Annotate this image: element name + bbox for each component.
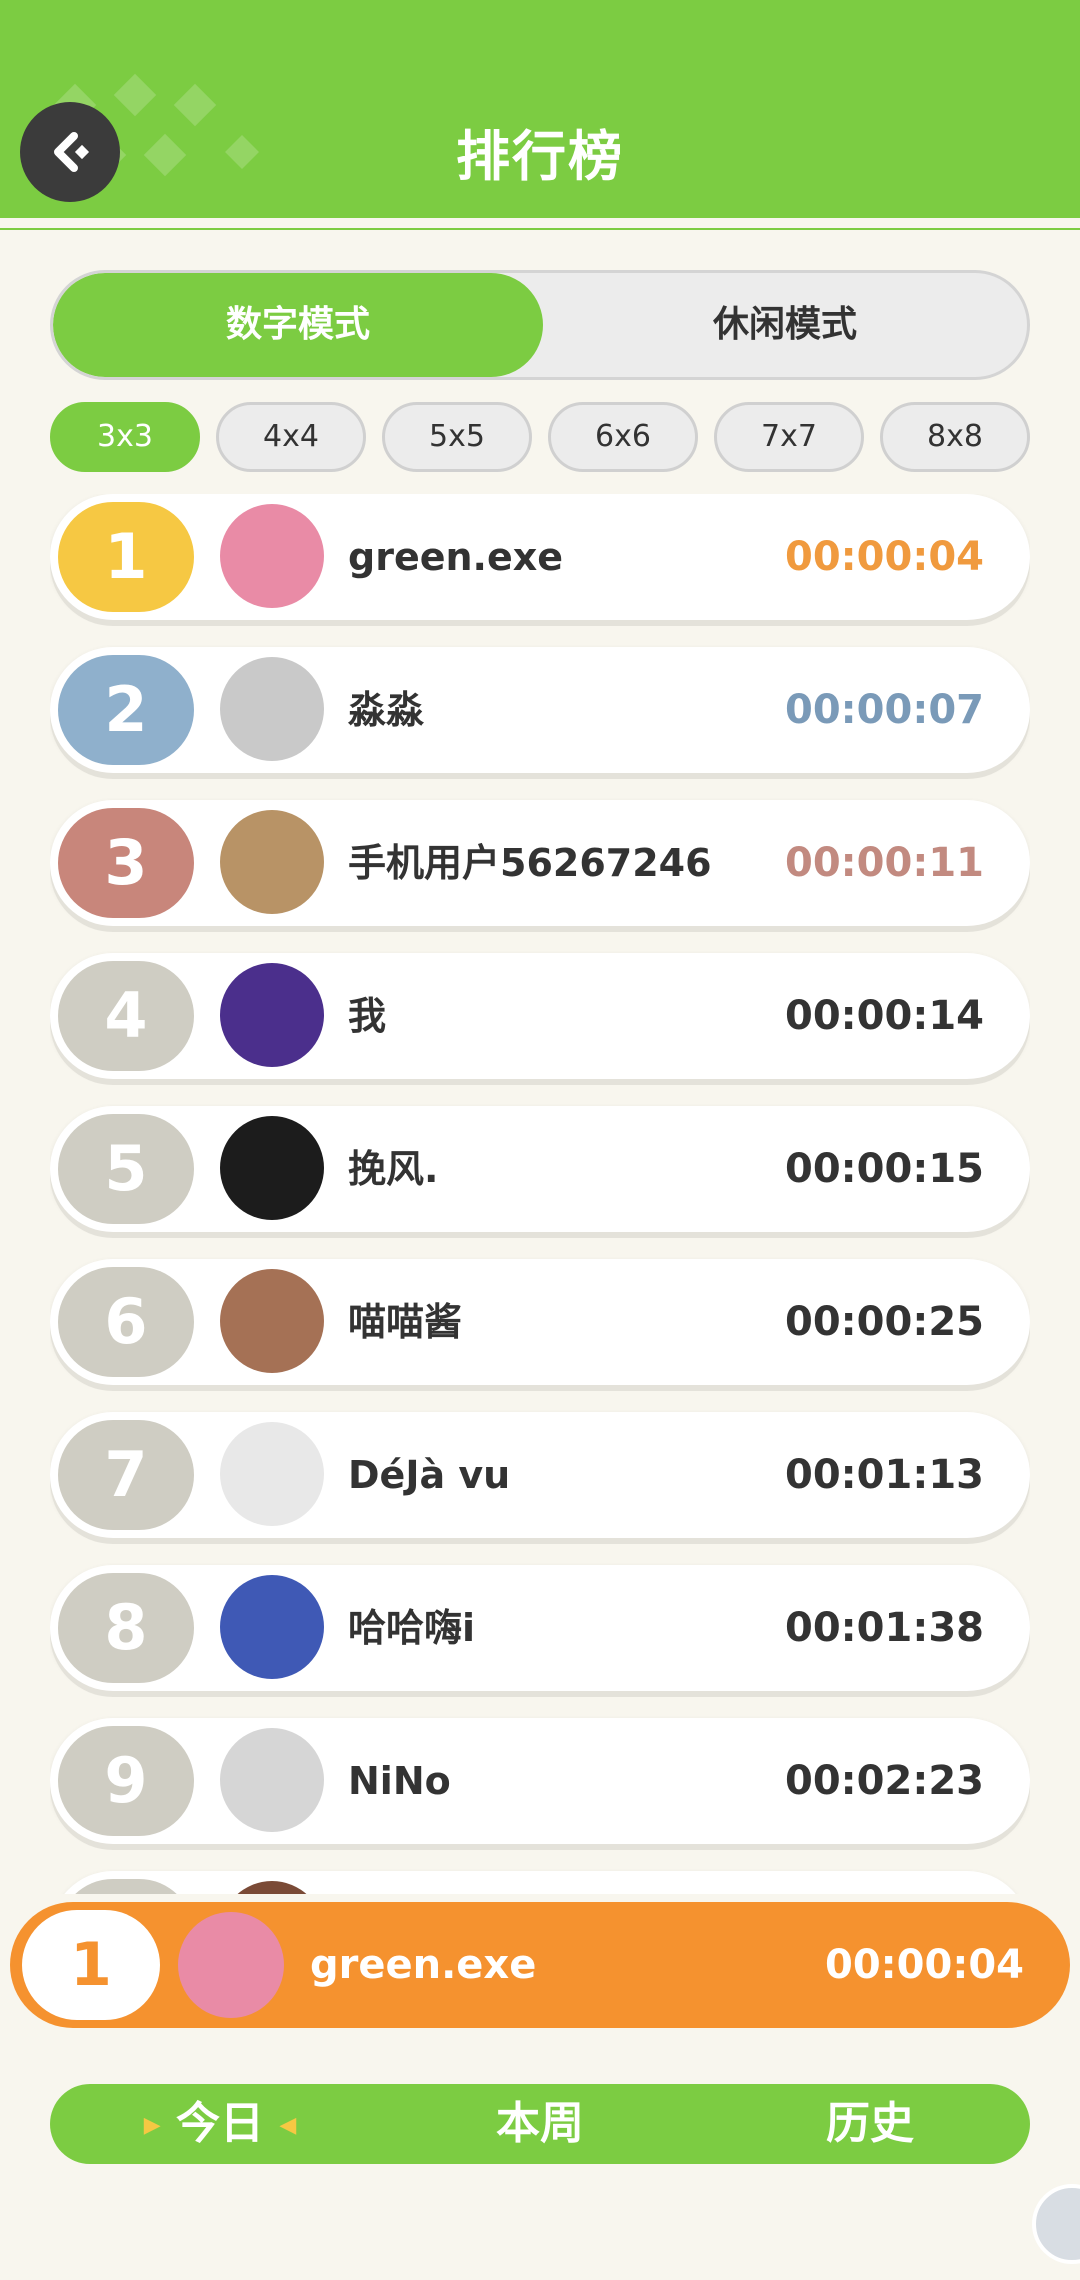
leaderboard-row[interactable]: 3 手机用户56267246 00:00:11: [50, 800, 1030, 926]
player-time: 00:00:15: [785, 1146, 984, 1192]
leaderboard-list[interactable]: 1 green.exe 00:00:04 2 淼淼 00:00:07 3 手机用…: [50, 494, 1030, 1894]
my-player-time: 00:00:04: [825, 1942, 1024, 1988]
selected-right-arrow-icon: ◀: [279, 2113, 297, 2138]
my-rank-bar[interactable]: 1 green.exe 00:00:04: [10, 1902, 1070, 2028]
size-chip-4x4[interactable]: 4x4: [216, 402, 366, 472]
my-rank-badge: 1: [22, 1910, 160, 2020]
rank-badge: 9: [58, 1726, 194, 1836]
leaderboard-row[interactable]: 7 DéJà vu 00:01:13: [50, 1412, 1030, 1538]
rank-badge: [58, 1879, 194, 1894]
rank-badge: 8: [58, 1573, 194, 1683]
rank-badge: 2: [58, 655, 194, 765]
size-chip-3x3[interactable]: 3x3: [50, 402, 200, 472]
player-name: 淼淼: [348, 688, 425, 732]
grid-size-selector: 3x3 4x4 5x5 6x6 7x7 8x8: [50, 402, 1030, 472]
player-name: 哈哈嗨i: [348, 1606, 476, 1650]
player-time: 00:00:04: [785, 534, 984, 580]
leaderboard-row[interactable]: 5 挽风. 00:00:15: [50, 1106, 1030, 1232]
avatar: [220, 963, 324, 1067]
rank-badge: 5: [58, 1114, 194, 1224]
tab-today[interactable]: ▶ 今日 ◀: [100, 2084, 340, 2164]
rank-badge: 1: [58, 502, 194, 612]
avatar: [220, 810, 324, 914]
player-name: 手机用户56267246: [348, 841, 712, 885]
tab-casual-mode[interactable]: 休闲模式: [543, 273, 1027, 377]
player-time: 00:00:07: [785, 687, 984, 733]
selected-left-arrow-icon: ▶: [143, 2113, 161, 2138]
leaderboard-row[interactable]: 8 哈哈嗨i 00:01:38: [50, 1565, 1030, 1691]
size-chip-5x5[interactable]: 5x5: [382, 402, 532, 472]
leaderboard-row[interactable]: 2 淼淼 00:00:07: [50, 647, 1030, 773]
tab-number-mode[interactable]: 数字模式: [53, 273, 543, 377]
leaderboard-row[interactable]: 6 喵喵酱 00:00:25: [50, 1259, 1030, 1385]
size-chip-8x8[interactable]: 8x8: [880, 402, 1030, 472]
avatar: [220, 1269, 324, 1373]
leaderboard-row[interactable]: [50, 1871, 1030, 1894]
avatar: [220, 504, 324, 608]
rank-badge: 4: [58, 961, 194, 1071]
floating-assistant-button[interactable]: [1032, 2184, 1080, 2264]
page-title: 排行榜: [456, 125, 624, 188]
header-divider: [0, 218, 1080, 228]
avatar: [220, 1881, 324, 1894]
size-chip-7x7[interactable]: 7x7: [714, 402, 864, 472]
avatar: [220, 1422, 324, 1526]
player-name: NiNo: [348, 1759, 451, 1803]
player-time: 00:02:23: [785, 1758, 984, 1804]
player-time: 00:00:25: [785, 1299, 984, 1345]
player-name: DéJà vu: [348, 1453, 511, 1497]
player-time: 00:01:38: [785, 1605, 984, 1651]
player-time: 00:00:11: [785, 840, 984, 886]
size-chip-6x6[interactable]: 6x6: [548, 402, 698, 472]
avatar: [220, 1116, 324, 1220]
avatar: [220, 1575, 324, 1679]
player-time: 00:00:14: [785, 993, 984, 1039]
tab-history[interactable]: 历史: [750, 2084, 990, 2164]
player-name: 我: [348, 994, 387, 1038]
rank-badge: 6: [58, 1267, 194, 1377]
tab-this-week[interactable]: 本周: [420, 2084, 660, 2164]
my-avatar: [178, 1912, 284, 2018]
player-name: green.exe: [348, 535, 564, 579]
my-player-name: green.exe: [310, 1942, 537, 1988]
player-name: 喵喵酱: [348, 1300, 463, 1344]
leaderboard-row[interactable]: 1 green.exe 00:00:04: [50, 494, 1030, 620]
avatar: [220, 657, 324, 761]
period-tabs: ▶ 今日 ◀ 本周 历史: [50, 2084, 1030, 2164]
avatar: [220, 1728, 324, 1832]
header-bar: 排行榜: [0, 0, 1080, 230]
tab-today-label: 今日: [176, 2098, 264, 2149]
player-time: 00:01:13: [785, 1452, 984, 1498]
rank-badge: 3: [58, 808, 194, 918]
player-name: 挽风.: [348, 1147, 439, 1191]
leaderboard-row[interactable]: 9 NiNo 00:02:23: [50, 1718, 1030, 1844]
rank-badge: 7: [58, 1420, 194, 1530]
mode-toggle: 数字模式 休闲模式: [50, 270, 1030, 380]
leaderboard-row[interactable]: 4 我 00:00:14: [50, 953, 1030, 1079]
